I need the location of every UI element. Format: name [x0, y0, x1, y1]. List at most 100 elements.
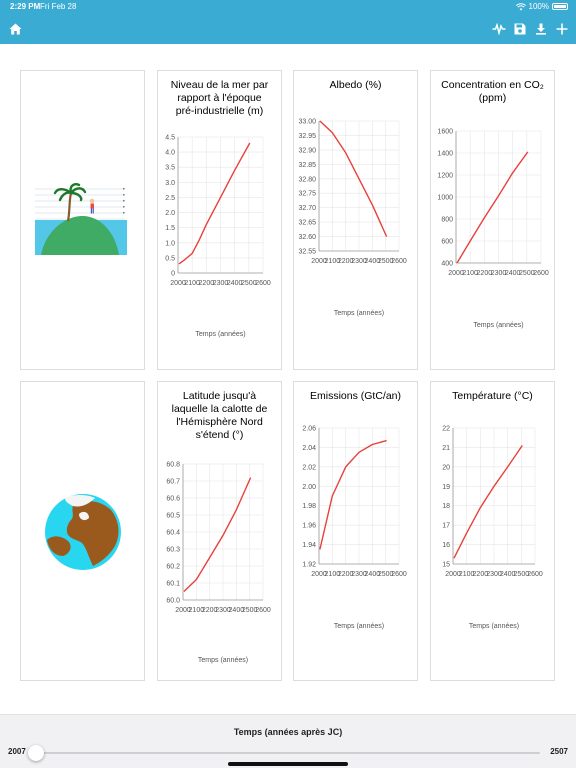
chart-card-sea-level: Niveau de la mer par rapport à l'époque …: [157, 70, 282, 370]
y-tick-label: 32.70: [298, 205, 316, 212]
y-tick-label: 4.5: [165, 135, 175, 142]
y-tick-label: 1.96: [302, 523, 316, 530]
y-tick-label: 1600: [437, 129, 453, 136]
home-icon: [9, 23, 21, 35]
download-button[interactable]: [532, 20, 550, 38]
slider-thumb[interactable]: [28, 745, 44, 761]
y-tick-label: 17: [442, 523, 450, 530]
activity-icon: [492, 23, 506, 35]
slider-min-label: 2007: [8, 747, 26, 756]
y-tick-label: 0.5: [165, 255, 175, 262]
y-tick-label: 32.90: [298, 147, 316, 154]
y-tick-label: 2.5: [165, 195, 175, 202]
y-tick-label: 4.0: [165, 150, 175, 157]
island-icon: [35, 183, 127, 255]
time-slider[interactable]: [28, 745, 540, 761]
home-indicator: [228, 762, 348, 766]
y-tick-label: 1400: [437, 151, 453, 158]
x-tick-label: 2600: [255, 607, 271, 614]
series-line: [178, 142, 251, 265]
x-tick-label: 2600: [391, 571, 407, 578]
y-tick-label: 1.92: [302, 562, 316, 569]
chart-co2: 4006008001000120014001600200021002200230…: [437, 129, 549, 330]
chart-card-latitude: Latitude jusqu'à laquelle la calotte de …: [157, 381, 282, 681]
x-axis-label: Temps (années): [473, 322, 523, 329]
y-tick-label: 60.0: [166, 598, 180, 605]
y-tick-label: 1000: [437, 195, 453, 202]
chart-card-emissions: Emissions (GtC/an) 1.92 1.94 1.96 1.98 2.00 2…: [293, 381, 418, 681]
activity-button[interactable]: [490, 20, 508, 38]
y-tick-label: 16: [442, 542, 450, 549]
battery-percent: 100%: [528, 2, 549, 11]
y-tick-label: 0: [171, 271, 175, 278]
wifi-icon: [515, 2, 526, 10]
home-button[interactable]: [6, 20, 24, 38]
x-axis-label: Temps (années): [334, 310, 384, 317]
y-tick-label: 1.0: [165, 240, 175, 247]
x-axis-label: Temps (années): [334, 623, 384, 630]
y-tick-label: 2.0: [165, 210, 175, 217]
add-button[interactable]: [553, 20, 571, 38]
x-axis-label: Temps (années): [198, 657, 248, 664]
status-time: 2:29 PM: [10, 2, 41, 11]
x-tick-label: 2600: [527, 571, 543, 578]
y-tick-label: 60.4: [166, 530, 180, 537]
plus-icon: [556, 23, 568, 35]
save-icon: [514, 23, 526, 35]
y-tick-label: 32.95: [298, 133, 316, 140]
y-tick-label: 15: [442, 562, 450, 569]
chart-albedo: 32.55 32.60 32.65 32.70 32.75 32.80 32.85 32.90…: [298, 119, 407, 318]
chart-latitude: 60.060.160.260.360.460.560.660.760.82000…: [166, 462, 271, 665]
chart-temperature: 1516171819202122200021002200230024002500…: [442, 426, 543, 631]
y-tick-label: 33.00: [298, 119, 316, 126]
chart-emissions: 1.921.941.961.982.002.022.042.0620002100…: [302, 426, 407, 631]
y-tick-label: 32.85: [298, 162, 316, 169]
y-tick-label: 1.5: [165, 225, 175, 232]
y-tick-label: 20: [442, 464, 450, 471]
y-tick-label: 22: [442, 426, 450, 433]
status-bar: 2:29 PM Fri Feb 28 100%: [0, 0, 576, 14]
y-tick-label: 60.1: [166, 581, 180, 588]
chart-card-co2: Concentration en CO₂ (ppm) 400 600 800 1000…: [430, 70, 555, 370]
chart-sea-level: 00.51.01.52.02.53.03.54.04.5200021002200…: [165, 135, 271, 339]
y-tick-label: 800: [441, 217, 453, 224]
x-tick-label: 2600: [533, 270, 549, 277]
y-tick-label: 32.75: [298, 191, 316, 198]
y-tick-label: 2.04: [302, 445, 316, 452]
y-tick-label: 21: [442, 445, 450, 452]
y-tick-label: 60.7: [166, 479, 180, 486]
y-tick-label: 32.55: [298, 249, 316, 256]
earth-globe-icon: [45, 494, 121, 570]
y-tick-label: 18: [442, 503, 450, 510]
download-icon: [536, 23, 546, 35]
y-tick-label: 1.94: [302, 542, 316, 549]
battery-icon: [552, 3, 568, 10]
y-tick-label: 19: [442, 484, 450, 491]
y-tick-label: 2.02: [302, 464, 316, 471]
y-tick-label: 2.00: [302, 484, 316, 491]
status-date: Fri Feb 28: [40, 2, 77, 11]
chart-card-albedo: Albedo (%) 32.55 32.60 32.65 32.70 32.75 32.8…: [293, 70, 418, 370]
y-tick-label: 60.8: [166, 462, 180, 469]
y-tick-label: 3.0: [165, 180, 175, 187]
y-tick-label: 1200: [437, 173, 453, 180]
status-right: 100%: [515, 2, 568, 11]
y-tick-label: 60.5: [166, 513, 180, 520]
toolbar: [0, 14, 576, 44]
time-slider-panel: Temps (années après JC) 2007 2507: [0, 714, 576, 768]
series-line: [319, 439, 387, 550]
y-tick-label: 3.5: [165, 165, 175, 172]
y-tick-label: 1.98: [302, 503, 316, 510]
y-tick-label: 60.6: [166, 496, 180, 503]
x-tick-label: 2600: [391, 258, 407, 265]
y-tick-label: 60.3: [166, 547, 180, 554]
y-tick-label: 400: [441, 261, 453, 268]
chart-card-temperature: Température (°C) 15 16 17 18 19 20 21 22 2000 210…: [430, 381, 555, 681]
slider-title: Temps (années après JC): [233, 727, 343, 737]
x-tick-label: 2600: [255, 280, 271, 287]
y-tick-label: 32.60: [298, 234, 316, 241]
island-card: [20, 70, 145, 370]
globe-card: [20, 381, 145, 681]
series-line: [183, 477, 252, 593]
save-button[interactable]: [511, 20, 529, 38]
